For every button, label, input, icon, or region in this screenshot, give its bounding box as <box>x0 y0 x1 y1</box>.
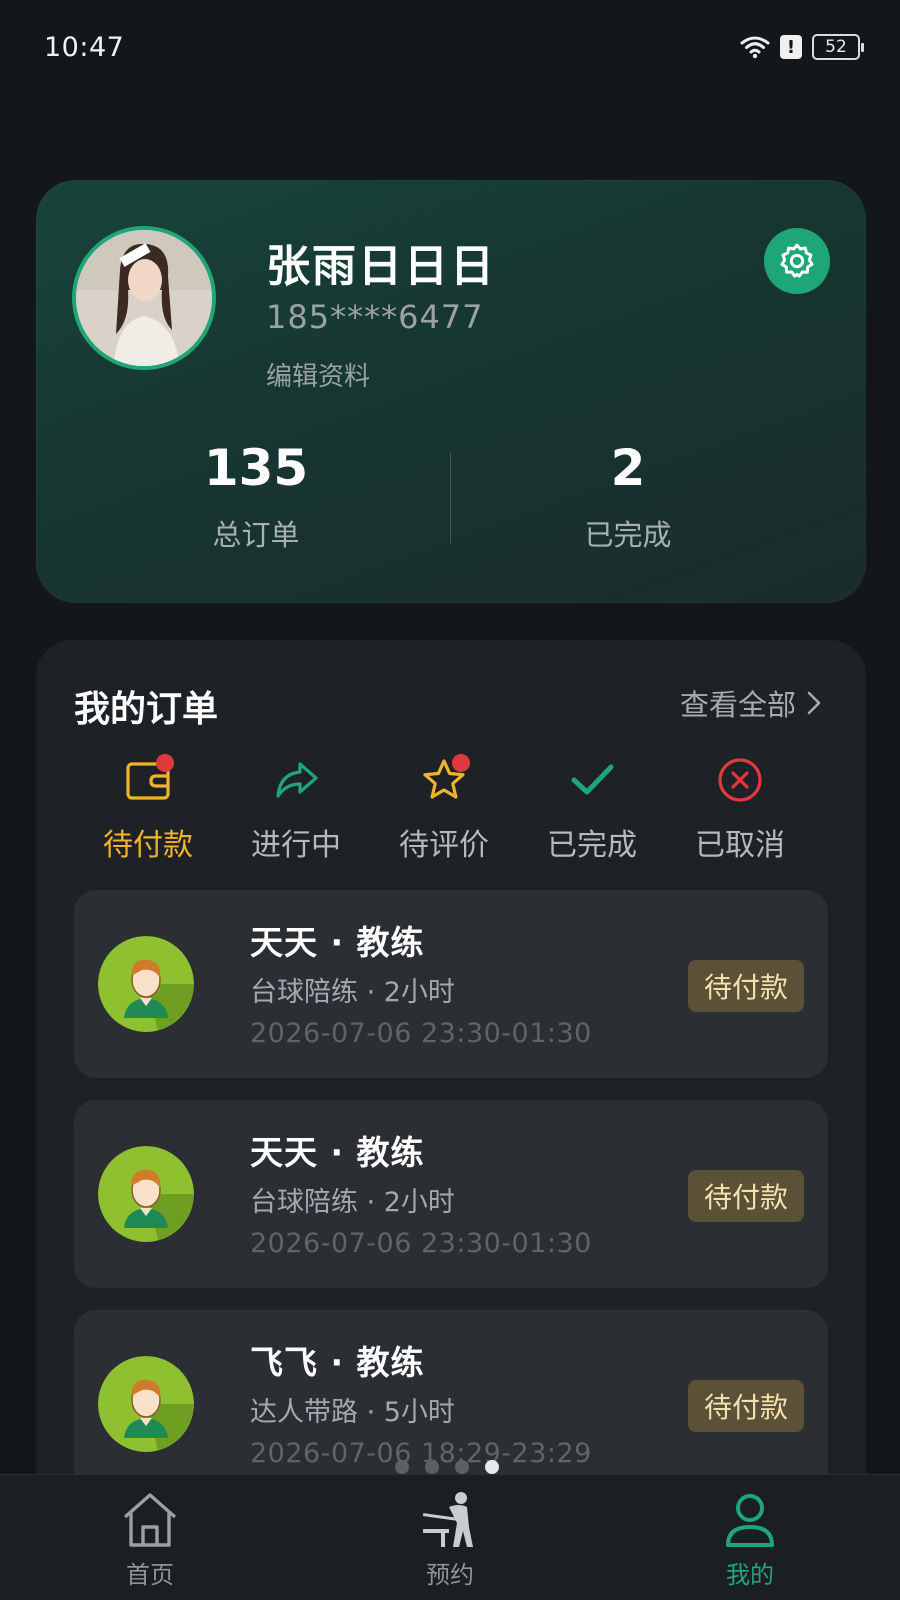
order-time: 2026-07-06 23:30-01:30 <box>250 1018 592 1049</box>
tab-label: 进行中 <box>251 828 341 863</box>
coach-avatar-icon <box>98 1146 194 1242</box>
stat-divider <box>450 452 451 544</box>
page-dot <box>395 1460 409 1474</box>
nav-item-mine[interactable]: 我的 <box>670 1489 830 1590</box>
billiards-player-icon <box>422 1492 473 1547</box>
wifi-icon <box>740 36 770 59</box>
tab-in-progress[interactable]: 进行中 <box>222 752 370 864</box>
share-arrow-icon <box>276 762 318 798</box>
status-icons: ! 52 <box>740 34 864 60</box>
status-bar: 10:47 ! 52 <box>0 0 900 100</box>
tab-icon-wrap <box>268 752 324 808</box>
profile-name: 张雨日日日 <box>266 241 496 292</box>
notification-dot <box>156 754 174 772</box>
stat-value: 135 <box>203 439 309 497</box>
stat-label: 已完成 <box>584 518 672 552</box>
battery-level: 52 <box>825 37 847 57</box>
tab-to-review[interactable]: 待评价 <box>370 752 518 864</box>
view-all-label: 查看全部 <box>679 688 796 722</box>
coach-avatar <box>98 936 194 1032</box>
tab-label: 已完成 <box>547 828 637 863</box>
status-time: 10:47 <box>44 32 125 63</box>
tab-label: 待评价 <box>399 828 489 863</box>
order-service: 达人带路 · 5小时 <box>250 1397 455 1428</box>
stat-total-orders[interactable]: 135 总订单 <box>126 438 386 554</box>
edit-profile-link[interactable]: 编辑资料 <box>266 356 370 393</box>
nav-label: 我的 <box>726 1561 774 1589</box>
order-service: 台球陪练 · 2小时 <box>250 977 455 1008</box>
orders-panel: 我的订单 查看全部 待付款 进行中 待评价 已完成 已取消 天天 · 教练 台球… <box>36 640 866 1600</box>
tab-icon-wrap <box>416 752 472 808</box>
nav-item-home[interactable]: 首页 <box>70 1489 230 1590</box>
gear-icon <box>780 243 814 278</box>
tab-icon-wrap <box>120 752 176 808</box>
order-card[interactable]: 天天 · 教练 台球陪练 · 2小时 2026-07-06 23:30-01:3… <box>74 890 828 1078</box>
status-badge: 待付款 <box>687 960 804 1012</box>
order-time: 2026-07-06 23:30-01:30 <box>250 1228 592 1259</box>
home-icon <box>123 1493 177 1547</box>
bottom-nav: 首页 预约 我的 <box>0 1474 900 1600</box>
avatar-photo <box>76 230 212 366</box>
coach-avatar <box>98 1146 194 1242</box>
tab-icon-wrap <box>564 752 620 808</box>
profile-phone: 185****6477 <box>266 298 484 336</box>
alert-icon: ! <box>780 35 802 59</box>
page-indicator <box>395 1460 499 1474</box>
chevron-right-icon <box>807 691 821 715</box>
tab-cancelled[interactable]: 已取消 <box>666 752 814 864</box>
notification-dot <box>452 754 470 772</box>
page-dot <box>455 1460 469 1474</box>
stat-value: 2 <box>610 439 646 497</box>
user-icon <box>726 1494 774 1547</box>
check-icon <box>571 764 614 795</box>
cancel-circle-icon <box>718 758 762 802</box>
status-badge: 待付款 <box>687 1380 804 1432</box>
stat-completed[interactable]: 2 已完成 <box>498 438 758 554</box>
coach-name: 飞飞 · 教练 <box>250 1343 425 1382</box>
screen: 10:47 ! 52 张雨日日日 185****6477 编辑资料 135 总订… <box>0 0 900 1600</box>
tab-label: 已取消 <box>695 828 785 863</box>
coach-avatar-icon <box>98 1356 194 1452</box>
tab-completed[interactable]: 已完成 <box>518 752 666 864</box>
page-dot-active <box>485 1460 499 1474</box>
nav-label: 首页 <box>126 1561 174 1589</box>
page-dot <box>425 1460 439 1474</box>
profile-card: 张雨日日日 185****6477 编辑资料 135 总订单 2 已完成 <box>36 180 866 603</box>
avatar[interactable] <box>72 226 216 370</box>
order-service: 台球陪练 · 2小时 <box>250 1187 455 1218</box>
tab-label: 待付款 <box>103 828 193 863</box>
view-all-link[interactable]: 查看全部 <box>680 682 822 724</box>
tab-pending-payment[interactable]: 待付款 <box>74 752 222 864</box>
battery-icon: 52 <box>812 34 864 60</box>
coach-avatar-icon <box>98 936 194 1032</box>
nav-item-booking[interactable]: 预约 <box>370 1489 530 1590</box>
status-badge: 待付款 <box>687 1170 804 1222</box>
orders-title: 我的订单 <box>74 689 219 730</box>
tab-icon-wrap <box>712 752 768 808</box>
coach-avatar <box>98 1356 194 1452</box>
coach-name: 天天 · 教练 <box>250 923 425 962</box>
order-card[interactable]: 天天 · 教练 台球陪练 · 2小时 2026-07-06 23:30-01:3… <box>74 1100 828 1288</box>
order-status-tabs: 待付款 进行中 待评价 已完成 已取消 <box>74 752 814 864</box>
nav-label: 预约 <box>426 1561 474 1589</box>
coach-name: 天天 · 教练 <box>250 1133 425 1172</box>
stat-label: 总订单 <box>212 518 300 552</box>
settings-button[interactable] <box>764 228 830 294</box>
